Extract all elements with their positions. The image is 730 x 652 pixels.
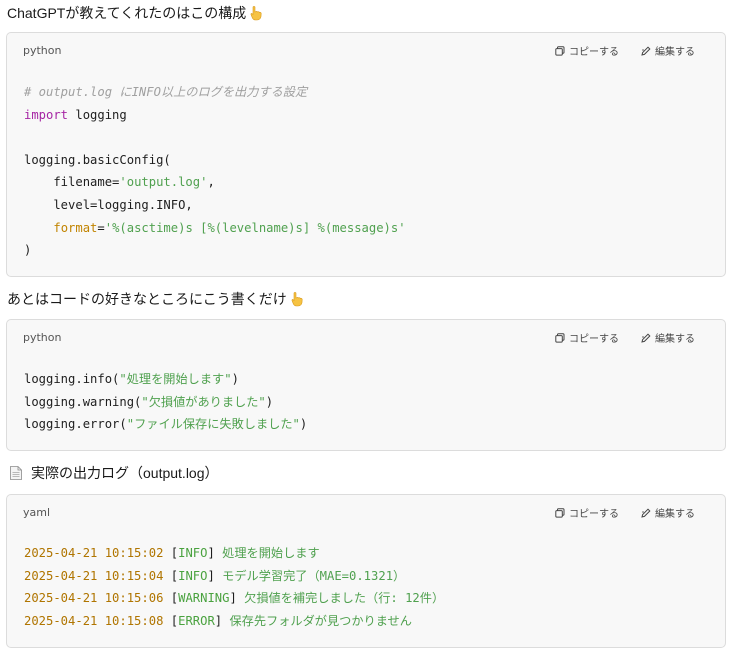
code-line: import logging	[24, 107, 127, 122]
intro-paragraph: ChatGPTが教えてくれたのはこの構成	[7, 3, 264, 23]
edit-button-label: 編集する	[655, 47, 695, 58]
code-block-header: python コピーする 編集する	[7, 33, 725, 67]
copy-button[interactable]: コピーする	[555, 505, 619, 520]
code-line: )	[24, 243, 32, 258]
code-line: filename='output.log',	[24, 175, 215, 190]
log-line: 2025-04-21 10:15:06 [WARNING] 欠損値を補完しました…	[24, 591, 445, 606]
usage-paragraph: あとはコードの好きなところにこう書くだけ	[7, 289, 305, 309]
code-content: # output.log にINFO以上のログを出力する設定 import lo…	[24, 81, 406, 262]
usage-text: あとはコードの好きなところにこう書くだけ	[7, 291, 287, 307]
code-line: # output.log にINFO以上のログを出力する設定	[24, 85, 308, 99]
edit-button[interactable]: 編集する	[641, 43, 695, 58]
code-line: logging.basicConfig(	[24, 152, 171, 167]
log-line: 2025-04-21 10:15:04 [INFO] モデル学習完了（MAE=0…	[24, 568, 406, 583]
copy-button[interactable]: コピーする	[555, 43, 619, 58]
pencil-icon	[641, 45, 651, 56]
code-line: format='%(asctime)s [%(levelname)s] %(me…	[53, 220, 406, 235]
code-line: level=logging.INFO,	[24, 197, 193, 212]
code-block-output: yaml コピーする 編集する 2025-04-21 10:15:02 [INF…	[6, 494, 726, 648]
code-block-header: python コピーする 編集する	[7, 320, 725, 354]
code-language-label: python	[23, 44, 62, 57]
code-content: 2025-04-21 10:15:02 [INFO] 処理を開始します 2025…	[24, 542, 444, 632]
code-line: logging.info("処理を開始します")	[24, 372, 239, 386]
pointing-down-hand-icon	[250, 6, 262, 21]
code-line: logging.warning("欠損値がありました")	[24, 394, 274, 409]
copy-icon	[555, 332, 565, 343]
edit-button[interactable]: 編集する	[641, 505, 695, 520]
document-icon	[10, 466, 22, 480]
output-heading-text: 実際の出力ログ（output.log）	[31, 465, 219, 481]
copy-button-label: コピーする	[569, 47, 619, 58]
copy-button-label: コピーする	[569, 509, 619, 520]
intro-text: ChatGPTが教えてくれたのはこの構成	[7, 5, 247, 21]
output-heading: 実際の出力ログ（output.log）	[10, 463, 219, 483]
pencil-icon	[641, 507, 651, 518]
edit-button[interactable]: 編集する	[641, 330, 695, 345]
pencil-icon	[641, 332, 651, 343]
log-line: 2025-04-21 10:15:08 [ERROR] 保存先フォルダが見つかり…	[24, 613, 412, 628]
pointing-down-hand-icon	[291, 292, 303, 307]
edit-button-label: 編集する	[655, 334, 695, 345]
code-language-label: yaml	[23, 506, 51, 519]
log-line: 2025-04-21 10:15:02 [INFO] 処理を開始します	[24, 546, 320, 560]
edit-button-label: 編集する	[655, 509, 695, 520]
copy-icon	[555, 507, 565, 518]
copy-button[interactable]: コピーする	[555, 330, 619, 345]
code-line: logging.error("ファイル保存に失敗しました")	[24, 417, 308, 432]
code-block-usage: python コピーする 編集する logging.info("処理を開始します…	[6, 319, 726, 451]
code-content: logging.info("処理を開始します") logging.warning…	[24, 368, 307, 436]
code-block-config: python コピーする 編集する # output.log にINFO以上のロ…	[6, 32, 726, 277]
code-block-header: yaml コピーする 編集する	[7, 495, 725, 529]
copy-button-label: コピーする	[569, 334, 619, 345]
code-language-label: python	[23, 331, 62, 344]
copy-icon	[555, 45, 565, 56]
